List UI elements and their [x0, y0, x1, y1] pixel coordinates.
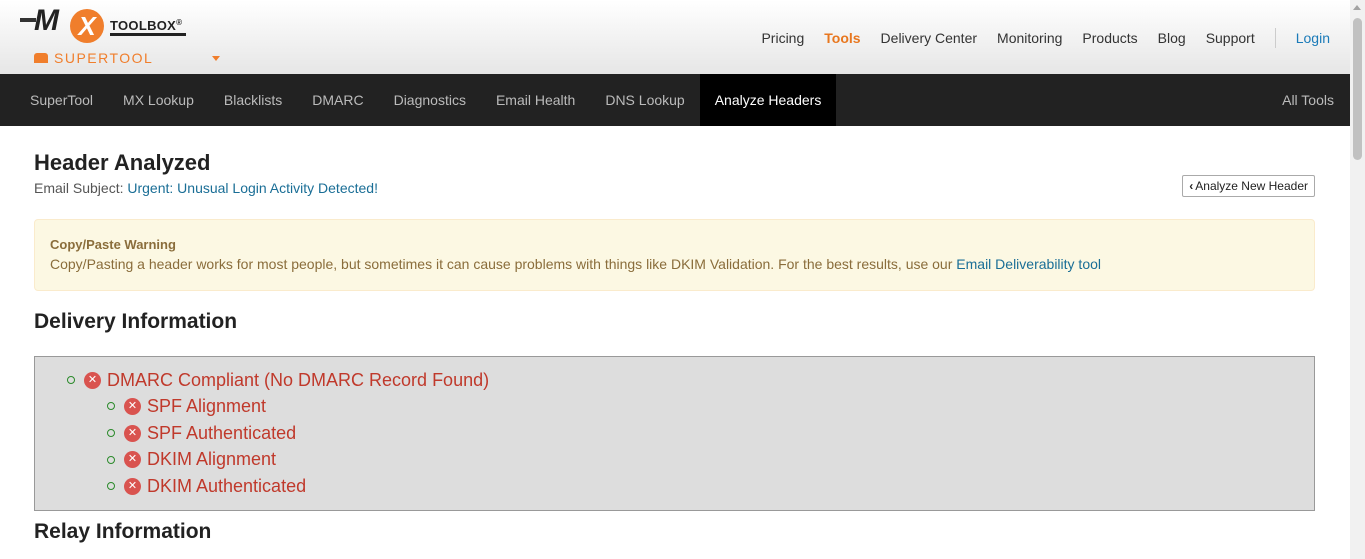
delivery-information-heading: Delivery Information [34, 310, 238, 333]
email-subject-value: Urgent: Unusual Login Activity Detected! [127, 180, 378, 196]
chevron-left-icon: ‹ [1189, 179, 1194, 193]
spf-authenticated-item: ✕ SPF Authenticated [107, 420, 306, 447]
nav-monitoring[interactable]: Monitoring [997, 30, 1062, 46]
email-deliverability-link[interactable]: Email Deliverability tool [956, 256, 1101, 272]
tab-analyze-headers[interactable]: Analyze Headers [699, 74, 837, 126]
spf-authenticated-label: SPF Authenticated [147, 422, 297, 443]
tools-nav: SuperTool MX Lookup Blacklists DMARC Dia… [0, 74, 1350, 126]
all-tools-link[interactable]: All Tools [1282, 74, 1334, 126]
dmarc-compliant-label: DMARC Compliant (No DMARC Record Found) [107, 369, 490, 390]
error-x-icon: ✕ [84, 371, 101, 389]
analyze-new-header-button[interactable]: ‹ Analyze New Header [1182, 175, 1315, 197]
logo-mx-text: M [34, 4, 59, 37]
email-subject-label: Email Subject: [34, 180, 124, 196]
nav-tools[interactable]: Tools [824, 30, 860, 46]
chevron-down-icon[interactable] [212, 56, 220, 61]
warning-text: Copy/Pasting a header works for most peo… [50, 256, 1299, 272]
circle-bullet-icon [67, 376, 75, 384]
supertool-label: SUPERTOOL [54, 50, 154, 66]
relay-information-heading: Relay Information [34, 520, 212, 543]
warning-body: Copy/Pasting a header works for most peo… [50, 256, 957, 272]
email-subject: Email Subject: Urgent: Unusual Login Act… [34, 180, 378, 196]
nav-products[interactable]: Products [1082, 30, 1137, 46]
tab-diagnostics[interactable]: Diagnostics [379, 74, 481, 126]
tab-mx-lookup[interactable]: MX Lookup [108, 74, 209, 126]
page-title: Header Analyzed [34, 150, 211, 175]
spf-alignment-label: SPF Alignment [147, 395, 267, 416]
tab-supertool[interactable]: SuperTool [15, 74, 108, 126]
delivery-information-box: ✕ DMARC Compliant (No DMARC Record Found… [34, 356, 1315, 511]
dmarc-compliant-item: ✕ DMARC Compliant (No DMARC Record Found… [67, 367, 489, 393]
error-x-icon: ✕ [124, 397, 141, 415]
circle-bullet-icon [107, 402, 115, 411]
page-scrollbar[interactable] [1350, 0, 1365, 559]
logo-toolbox-text: TOOLBOX® [110, 18, 187, 36]
scrollbar-thumb[interactable] [1353, 18, 1362, 160]
circle-bullet-icon [107, 455, 115, 464]
analyze-new-header-label: Analyze New Header [1195, 179, 1308, 193]
tab-dns-lookup[interactable]: DNS Lookup [590, 74, 699, 126]
dkim-alignment-item: ✕ DKIM Alignment [107, 446, 306, 473]
dkim-authenticated-label: DKIM Authenticated [147, 475, 307, 496]
error-x-icon: ✕ [124, 477, 141, 495]
nav-blog[interactable]: Blog [1158, 30, 1186, 46]
nav-support[interactable]: Support [1206, 30, 1255, 46]
nav-divider [1274, 28, 1276, 48]
tab-dmarc[interactable]: DMARC [297, 74, 378, 126]
nav-delivery-center[interactable]: Delivery Center [881, 30, 977, 46]
error-x-icon: ✕ [124, 424, 141, 442]
tab-blacklists[interactable]: Blacklists [209, 74, 297, 126]
circle-bullet-icon [107, 429, 115, 438]
warning-title: Copy/Paste Warning [50, 237, 176, 252]
spf-alignment-item: ✕ SPF Alignment [107, 393, 306, 420]
login-link[interactable]: Login [1296, 30, 1330, 46]
logo-x-circle: X [70, 9, 104, 43]
top-header: X TOOLBOX® M SUPERTOOL Pricing Tools Del… [0, 0, 1350, 74]
scroll-up-arrow-icon[interactable] [1353, 5, 1361, 10]
circle-bullet-icon [107, 482, 115, 491]
error-x-icon: ✕ [124, 451, 141, 469]
nav-pricing[interactable]: Pricing [761, 30, 804, 46]
mxtoolbox-logo[interactable]: X TOOLBOX® M [18, 6, 198, 46]
toolbox-icon [34, 53, 48, 63]
copy-paste-warning: Copy/Paste Warning Copy/Pasting a header… [34, 219, 1315, 291]
supertool-menu[interactable]: SUPERTOOL [34, 50, 153, 66]
dkim-alignment-label: DKIM Alignment [147, 449, 277, 470]
dkim-authenticated-item: ✕ DKIM Authenticated [107, 473, 306, 500]
tab-email-health[interactable]: Email Health [481, 74, 590, 126]
top-nav: Pricing Tools Delivery Center Monitoring… [741, 28, 1330, 48]
